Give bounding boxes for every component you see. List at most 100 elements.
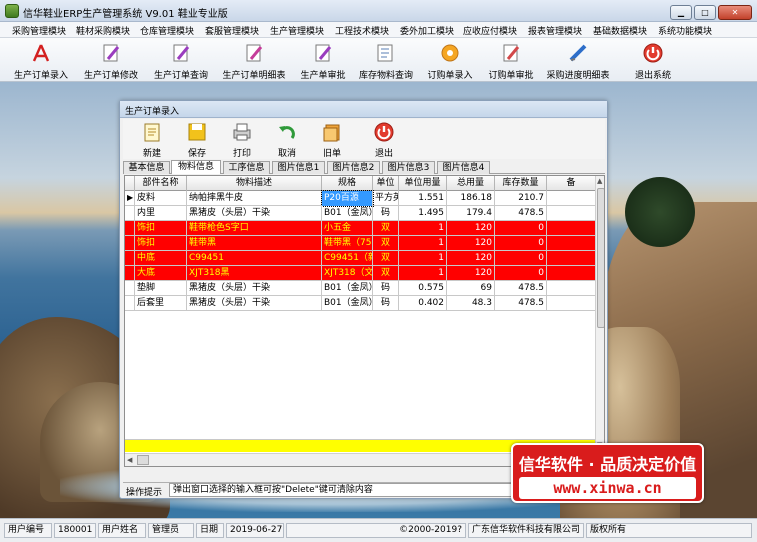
menu-reports[interactable]: 报表管理模块 xyxy=(528,24,582,37)
toolbar-purchase-approve[interactable]: 订购单审批 xyxy=(482,38,540,82)
table-row[interactable]: 后套里 黑猪皮（头层）干染 B01（金凤） 码 0.402 48.3 478.5 xyxy=(125,296,595,311)
cell-part[interactable]: 大底 xyxy=(135,266,187,281)
menu-engineering[interactable]: 工程技术模块 xyxy=(335,24,389,37)
cell-unit[interactable]: 双 xyxy=(373,221,399,236)
cell-desc[interactable]: XJT318黑 xyxy=(187,266,322,281)
cell-total-usage[interactable]: 120 xyxy=(447,251,495,266)
cell-part[interactable]: 饰扣 xyxy=(135,221,187,236)
vertical-scrollbar[interactable]: ▲ ▼ xyxy=(595,176,604,452)
table-row[interactable]: ▶ 皮料 纳帕摔黑牛皮 P20百源 平方英尺 1.551 186.18 210.… xyxy=(125,190,595,207)
cell-desc[interactable]: 黑猪皮（头层）干染 xyxy=(187,296,322,311)
menu-shoe-material[interactable]: 鞋材采购模块 xyxy=(76,24,130,37)
menu-production[interactable]: 生产管理模块 xyxy=(270,24,324,37)
menu-receivables[interactable]: 应收应付模块 xyxy=(463,24,517,37)
table-row[interactable]: 垫脚 黑猪皮（头层）干染 B01（金凤） 码 0.575 69 478.5 xyxy=(125,281,595,296)
cell-remark[interactable] xyxy=(547,236,595,251)
cell-spec[interactable]: XJT318（文通 xyxy=(322,266,373,281)
cell-spec[interactable]: C99451（新科 xyxy=(322,251,373,266)
cell-remark[interactable] xyxy=(547,266,595,281)
menu-purchase[interactable]: 采购管理模块 xyxy=(12,24,66,37)
col-material-desc[interactable]: 物料描述 xyxy=(187,176,322,191)
cell-part[interactable]: 皮料 xyxy=(135,191,187,206)
cell-unit[interactable]: 码 xyxy=(373,281,399,296)
col-remark[interactable]: 备 xyxy=(547,176,595,191)
vertical-scroll-thumb[interactable] xyxy=(597,188,604,328)
cell-spec[interactable]: B01（金凤） xyxy=(322,281,373,296)
cell-spec-selected[interactable]: P20百源 xyxy=(321,190,374,207)
cell-spec[interactable]: B01（金凤） xyxy=(322,296,373,311)
cell-unit[interactable]: 双 xyxy=(373,266,399,281)
cell-total-usage[interactable]: 120 xyxy=(447,236,495,251)
scroll-left-icon[interactable]: ◀ xyxy=(127,456,132,464)
cell-total-usage[interactable]: 48.3 xyxy=(447,296,495,311)
horizontal-scroll-thumb[interactable] xyxy=(137,455,149,465)
cell-part[interactable]: 垫脚 xyxy=(135,281,187,296)
cell-unit-usage[interactable]: 0.575 xyxy=(399,281,447,296)
material-grid[interactable]: 部件名称 物料描述 规格 单位 单位用量 总用量 库存数量 备 ▶ 皮料 纳帕摔… xyxy=(124,175,605,467)
cell-part[interactable]: 中底 xyxy=(135,251,187,266)
cell-unit-usage[interactable]: 1 xyxy=(399,221,447,236)
cell-remark[interactable] xyxy=(547,221,595,236)
menu-outsourcing[interactable]: 委外加工模块 xyxy=(400,24,454,37)
col-part-name[interactable]: 部件名称 xyxy=(135,176,187,191)
cell-unit-usage[interactable]: 1 xyxy=(399,236,447,251)
menu-basic-data[interactable]: 基础数据模块 xyxy=(593,24,647,37)
col-total-usage[interactable]: 总用量 xyxy=(447,176,495,191)
maximize-button[interactable]: □ xyxy=(694,5,716,20)
cell-remark[interactable] xyxy=(547,206,595,221)
cell-stock[interactable]: 0 xyxy=(495,236,547,251)
toolbar-stock-query[interactable]: 库存物料查询 xyxy=(355,38,417,82)
exit-button[interactable]: 退出 xyxy=(364,119,404,159)
minimize-button[interactable]: ▁ xyxy=(670,5,692,20)
cell-desc[interactable]: C99451 xyxy=(187,251,322,266)
cell-unit[interactable]: 码 xyxy=(373,296,399,311)
cell-stock[interactable]: 0 xyxy=(495,251,547,266)
cell-desc[interactable]: 黑猪皮（头层）干染 xyxy=(187,206,322,221)
cell-desc[interactable]: 鞋带黑 xyxy=(187,236,322,251)
tab-image-info-2[interactable]: 图片信息2 xyxy=(327,161,380,174)
old-order-button[interactable]: 旧单 xyxy=(312,119,352,159)
close-button[interactable]: ✕ xyxy=(718,5,752,20)
cell-total-usage[interactable]: 120 xyxy=(447,221,495,236)
cell-desc[interactable]: 黑猪皮（头层）干染 xyxy=(187,281,322,296)
tab-basic-info[interactable]: 基本信息 xyxy=(123,161,170,174)
cell-stock[interactable]: 210.7 xyxy=(495,191,547,206)
cell-stock[interactable]: 478.5 xyxy=(495,296,547,311)
toolbar-purchase-entry[interactable]: 订购单录入 xyxy=(421,38,479,82)
cell-desc[interactable]: 鞋带枪色S字口 xyxy=(187,221,322,236)
toolbar-purchase-progress[interactable]: 采购进度明细表 xyxy=(543,38,613,82)
table-row-alert[interactable]: 饰扣 鞋带枪色S字口 小五金 双 1 120 0 xyxy=(125,221,595,236)
cell-unit-usage[interactable]: 0.402 xyxy=(399,296,447,311)
tab-material-info[interactable]: 物料信息 xyxy=(171,160,221,174)
toolbar-order-query[interactable]: 生产订单查询 xyxy=(148,38,214,82)
cell-stock[interactable]: 478.5 xyxy=(495,206,547,221)
cell-part[interactable]: 饰扣 xyxy=(135,236,187,251)
table-row-alert[interactable]: 饰扣 鞋带黑 鞋带黑（75 双 1 120 0 xyxy=(125,236,595,251)
cell-part[interactable]: 内里 xyxy=(135,206,187,221)
table-row-alert[interactable]: 大底 XJT318黑 XJT318（文通 双 1 120 0 xyxy=(125,266,595,281)
cell-unit[interactable]: 码 xyxy=(373,206,399,221)
cell-unit[interactable]: 双 xyxy=(373,236,399,251)
cell-remark[interactable] xyxy=(547,191,595,206)
tab-image-info-4[interactable]: 图片信息4 xyxy=(437,161,490,174)
tab-process-info[interactable]: 工序信息 xyxy=(223,161,270,174)
tab-image-info-1[interactable]: 图片信息1 xyxy=(272,161,325,174)
cell-unit-usage[interactable]: 1 xyxy=(399,266,447,281)
col-unit[interactable]: 单位 xyxy=(373,176,399,191)
cell-unit[interactable]: 双 xyxy=(373,251,399,266)
menu-apparel[interactable]: 套服管理模块 xyxy=(205,24,259,37)
cell-stock[interactable]: 0 xyxy=(495,266,547,281)
toolbar-order-approve[interactable]: 生产单审批 xyxy=(294,38,352,82)
col-unit-usage[interactable]: 单位用量 xyxy=(399,176,447,191)
cell-spec[interactable]: B01（金凤） xyxy=(322,206,373,221)
col-stock-qty[interactable]: 库存数量 xyxy=(495,176,547,191)
cell-unit-usage[interactable]: 1 xyxy=(399,251,447,266)
menu-warehouse[interactable]: 仓库管理模块 xyxy=(140,24,194,37)
cell-stock[interactable]: 0 xyxy=(495,221,547,236)
cancel-button[interactable]: 取消 xyxy=(267,119,307,159)
cell-remark[interactable] xyxy=(547,281,595,296)
cell-remark[interactable] xyxy=(547,251,595,266)
tab-image-info-3[interactable]: 图片信息3 xyxy=(382,161,435,174)
col-spec[interactable]: 规格 xyxy=(322,176,373,191)
cell-total-usage[interactable]: 179.4 xyxy=(447,206,495,221)
